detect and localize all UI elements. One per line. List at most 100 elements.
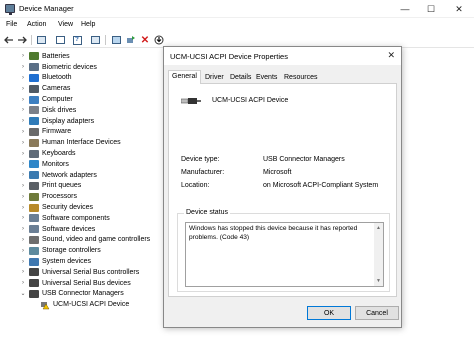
- device-category-icon: [29, 127, 39, 136]
- tree-item[interactable]: › Biometric devices: [19, 62, 97, 73]
- device-category-icon: [29, 289, 39, 298]
- chevron-right-icon[interactable]: ›: [19, 75, 27, 81]
- tree-item[interactable]: › Software devices: [19, 224, 95, 235]
- update-driver-icon[interactable]: [125, 34, 137, 46]
- chevron-right-icon[interactable]: ›: [19, 161, 27, 167]
- tree-item-label: Cameras: [42, 85, 71, 93]
- device-type-value: USB Connector Managers: [263, 156, 345, 163]
- chevron-right-icon[interactable]: ›: [19, 183, 27, 189]
- maximize-button[interactable]: ☐: [418, 0, 444, 18]
- tree-item[interactable]: › System devices: [19, 256, 91, 267]
- disable-device-icon[interactable]: [153, 34, 165, 46]
- status-scrollbar[interactable]: ▲ ▼: [374, 223, 383, 286]
- forward-arrow-icon[interactable]: [16, 34, 28, 46]
- close-button[interactable]: ✕: [446, 0, 472, 18]
- scroll-up-icon[interactable]: ▲: [374, 224, 383, 233]
- tree-item[interactable]: › Software components: [19, 213, 110, 224]
- chevron-right-icon[interactable]: ›: [19, 269, 27, 275]
- tab-driver[interactable]: Driver: [201, 71, 228, 83]
- chevron-right-icon[interactable]: ›: [19, 259, 27, 265]
- chevron-right-icon[interactable]: ›: [19, 97, 27, 103]
- chevron-right-icon[interactable]: ›: [19, 64, 27, 70]
- tree-item-label: Bluetooth: [42, 74, 72, 82]
- device-status-textbox[interactable]: Windows has stopped this device because …: [185, 222, 384, 287]
- tree-item[interactable]: UCM-UCSI ACPI Device: [38, 299, 129, 310]
- tree-item[interactable]: › Storage controllers: [19, 245, 101, 256]
- tree-item-label: Display adapters: [42, 117, 95, 125]
- tree-item[interactable]: › Security devices: [19, 202, 93, 213]
- chevron-right-icon[interactable]: ›: [19, 237, 27, 243]
- tree-item[interactable]: › Batteries: [19, 51, 70, 62]
- tree-item-label: Disk drives: [42, 106, 77, 114]
- back-arrow-icon[interactable]: [3, 34, 15, 46]
- chevron-right-icon[interactable]: ›: [19, 205, 27, 211]
- tree-item[interactable]: › Universal Serial Bus devices: [19, 278, 131, 289]
- view-icon[interactable]: [89, 34, 101, 46]
- menu-action[interactable]: Action: [27, 21, 46, 28]
- device-type-label: Device type:: [181, 156, 220, 163]
- tree-item[interactable]: › Cameras: [19, 83, 70, 94]
- device-manager-icon: [5, 4, 15, 15]
- dialog-close-button[interactable]: ✕: [387, 50, 395, 61]
- device-category-icon: [29, 84, 39, 93]
- ok-button[interactable]: OK: [307, 306, 351, 320]
- chevron-right-icon[interactable]: ›: [19, 129, 27, 135]
- tree-item[interactable]: › Print queues: [19, 181, 81, 192]
- uninstall-device-icon[interactable]: ✕: [139, 34, 151, 46]
- chevron-right-icon[interactable]: ›: [19, 140, 27, 146]
- device-category-icon: [29, 149, 39, 158]
- chevron-right-icon[interactable]: ›: [19, 172, 27, 178]
- tree-item-label: Universal Serial Bus controllers: [42, 268, 140, 276]
- device-name: UCM-UCSI ACPI Device: [212, 97, 289, 104]
- tree-item[interactable]: › Sound, video and game controllers: [19, 235, 150, 246]
- tree-item-label: Human Interface Devices: [42, 139, 121, 147]
- toolbar-separator: [105, 35, 106, 45]
- tree-item[interactable]: › Bluetooth: [19, 73, 72, 84]
- tree-item-label: Monitors: [42, 160, 69, 168]
- chevron-right-icon[interactable]: ›: [19, 194, 27, 200]
- device-category-icon: [29, 235, 39, 244]
- tab-general[interactable]: General: [168, 70, 201, 84]
- cancel-button[interactable]: Cancel: [355, 306, 399, 320]
- properties-icon[interactable]: [54, 34, 66, 46]
- tree-item[interactable]: › Universal Serial Bus controllers: [19, 267, 139, 278]
- tree-item-label: Firmware: [42, 128, 72, 136]
- device-category-icon: [29, 117, 39, 126]
- tree-item-label: USB Connector Managers: [42, 290, 124, 298]
- menu-file[interactable]: File: [6, 21, 17, 28]
- tree-item[interactable]: › Human Interface Devices: [19, 137, 121, 148]
- menu-view[interactable]: View: [58, 21, 73, 28]
- tree-item[interactable]: › Processors: [19, 191, 77, 202]
- tree-item[interactable]: › Disk drives: [19, 105, 76, 116]
- chevron-right-icon[interactable]: ›: [19, 280, 27, 286]
- tree-item[interactable]: › Keyboards: [19, 148, 75, 159]
- chevron-right-icon[interactable]: ›: [19, 107, 27, 113]
- title-bar: Device Manager — ☐ ✕: [0, 0, 474, 18]
- chevron-right-icon[interactable]: ›: [19, 151, 27, 157]
- tab-events[interactable]: Events: [252, 71, 281, 83]
- tree-item[interactable]: › Display adapters: [19, 116, 94, 127]
- device-category-icon: [29, 63, 39, 72]
- chevron-down-icon[interactable]: ⌄: [19, 290, 27, 297]
- chevron-right-icon[interactable]: ›: [19, 215, 27, 221]
- tree-item[interactable]: ⌄ USB Connector Managers: [19, 289, 124, 300]
- menu-help[interactable]: Help: [81, 21, 95, 28]
- help-icon[interactable]: ?: [71, 34, 83, 46]
- minimize-button[interactable]: —: [392, 0, 418, 18]
- tab-resources[interactable]: Resources: [280, 71, 321, 83]
- scroll-down-icon[interactable]: ▼: [374, 277, 383, 286]
- scan-hardware-icon[interactable]: [110, 34, 122, 46]
- chevron-right-icon[interactable]: ›: [19, 53, 27, 59]
- show-hide-console-tree-icon[interactable]: [35, 34, 47, 46]
- tab-details[interactable]: Details: [226, 71, 255, 83]
- chevron-right-icon[interactable]: ›: [19, 226, 27, 232]
- tree-item[interactable]: › Network adapters: [19, 170, 97, 181]
- tree-item-label: Sound, video and game controllers: [42, 236, 151, 244]
- tree-item[interactable]: › Firmware: [19, 127, 71, 138]
- tree-item[interactable]: › Computer: [19, 94, 73, 105]
- chevron-right-icon[interactable]: ›: [19, 86, 27, 92]
- chevron-right-icon[interactable]: ›: [19, 248, 27, 254]
- warning-device-icon: [40, 301, 50, 310]
- tree-item[interactable]: › Monitors: [19, 159, 69, 170]
- chevron-right-icon[interactable]: ›: [19, 118, 27, 124]
